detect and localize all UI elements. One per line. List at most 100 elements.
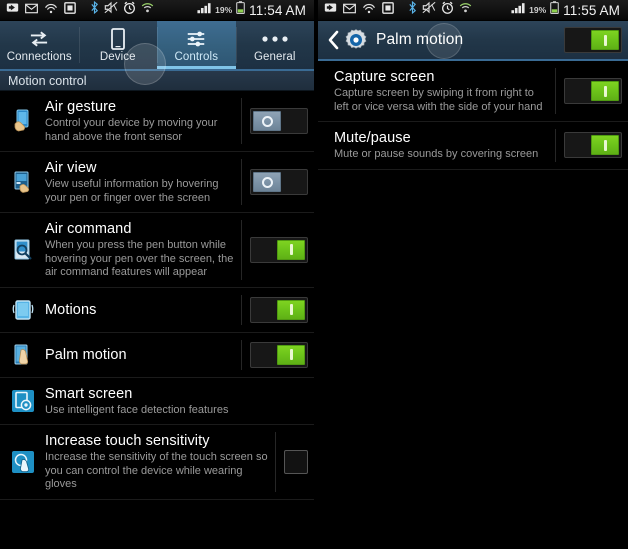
toggle-on-bar-icon: [603, 85, 607, 97]
item-subtitle: Increase the sensitivity of the touch sc…: [45, 451, 268, 490]
email-icon: [25, 1, 38, 19]
settings-gear-icon: [343, 28, 369, 52]
tab-general[interactable]: General: [235, 21, 315, 69]
wifi-icon: [141, 1, 154, 19]
sound-off-icon: [422, 1, 436, 19]
settings-tab-bar: Connections Device Controls General: [0, 21, 315, 85]
list-item-text: Mute/pause Mute or pause sounds by cover…: [326, 129, 555, 162]
connections-arrows-icon: [28, 28, 50, 50]
item-title: Motions: [45, 301, 97, 318]
air-view-icon: [8, 167, 38, 197]
list-item-control: [275, 432, 308, 492]
list-item-text: Smart screen Use intelligent face detect…: [45, 385, 308, 418]
dual-screenshot-container: 19% 11:54 AM Connections Device Controls…: [0, 0, 628, 549]
status-bar-clock: 11:55 AM: [563, 2, 620, 18]
toggle-thumb: [591, 30, 619, 50]
mute-pause-toggle[interactable]: [564, 132, 622, 159]
item-subtitle: When you press the pen button while hove…: [45, 239, 234, 278]
palm-motion-master-toggle[interactable]: [564, 27, 622, 53]
item-title: Air view: [45, 160, 97, 176]
sound-off-icon: [104, 1, 118, 19]
tab-connections-label: Connections: [6, 50, 72, 63]
left-phone-screen: 19% 11:54 AM Connections Device Controls…: [0, 0, 314, 549]
device-phone-icon: [110, 27, 125, 50]
tab-connections[interactable]: Connections: [0, 21, 79, 69]
tab-general-label: General: [253, 50, 296, 63]
toggle-on-bar-icon: [289, 349, 293, 360]
toggle-on-bar-icon: [289, 304, 293, 315]
item-subtitle: Use intelligent face detection features: [45, 403, 229, 416]
signal-icon: [511, 1, 525, 19]
list-item-text: Palm motion: [45, 346, 241, 364]
email-icon: [343, 1, 356, 19]
item-title: Capture screen: [334, 69, 435, 85]
air-command-icon: [8, 235, 38, 265]
item-title: Air command: [45, 221, 132, 237]
air-command-toggle[interactable]: [250, 236, 308, 263]
toggle-on-bar-icon: [603, 139, 607, 151]
sd-card-icon: [382, 1, 394, 19]
list-item-control: [241, 339, 308, 370]
battery-icon: [236, 1, 245, 19]
action-bar-title: Palm motion: [376, 31, 464, 48]
alarm-icon: [441, 1, 454, 19]
more-dots-icon: [261, 28, 289, 50]
list-item-control: [241, 159, 308, 205]
toggle-thumb: [253, 172, 281, 192]
status-bar-right: 19% 11:55 AM: [318, 0, 628, 21]
list-item-control: [555, 68, 622, 114]
list-item-control: [241, 98, 308, 144]
air-gesture-icon: [8, 106, 38, 136]
air-gesture-toggle[interactable]: [250, 108, 308, 134]
tab-device-label: Device: [99, 50, 136, 63]
list-item-air-command[interactable]: Air command When you press the pen butto…: [0, 213, 314, 288]
list-item-smart-screen[interactable]: Smart screen Use intelligent face detect…: [0, 378, 314, 425]
air-view-toggle[interactable]: [250, 169, 308, 195]
list-item-control: [555, 129, 622, 162]
palm-motion-toggle[interactable]: [250, 341, 308, 368]
bluetooth-icon: [408, 0, 417, 19]
item-subtitle: Mute or pause sounds by covering screen: [334, 148, 539, 160]
item-subtitle: Capture screen by swiping it from right …: [334, 87, 543, 113]
toggle-thumb: [277, 344, 305, 365]
toggle-thumb: [277, 299, 305, 320]
tab-device[interactable]: Device: [78, 21, 158, 69]
tab-controls-label: Controls: [174, 50, 219, 63]
wifi-direct-icon: [362, 1, 376, 19]
list-item-air-gesture[interactable]: Air gesture Control your device by movin…: [0, 91, 314, 152]
status-bar-clock: 11:54 AM: [249, 2, 306, 18]
item-subtitle: Control your device by moving your hand …: [45, 117, 218, 143]
list-item-text: Motions: [45, 301, 241, 319]
item-title: Mute/pause: [334, 130, 411, 146]
touch-sensitivity-icon: [8, 447, 38, 477]
list-item-palm-motion[interactable]: Palm motion: [0, 333, 314, 378]
list-item-increase-touch-sensitivity[interactable]: Increase touch sensitivity Increase the …: [0, 425, 314, 500]
list-item-air-view[interactable]: Air view View useful information by hove…: [0, 152, 314, 213]
toggle-off-circle-icon: [261, 176, 273, 188]
signal-icon: [197, 1, 211, 19]
item-title: Smart screen: [45, 385, 133, 402]
action-bar-palm-motion: Palm motion: [318, 21, 628, 61]
toggle-thumb: [591, 81, 619, 101]
settings-list-left: Air gesture Control your device by movin…: [0, 91, 314, 500]
capture-screen-toggle[interactable]: [564, 78, 622, 104]
tab-controls[interactable]: Controls: [157, 21, 236, 69]
toggle-off-circle-icon: [261, 115, 273, 127]
back-chevron-icon[interactable]: [325, 30, 341, 50]
increase-touch-sensitivity-checkbox[interactable]: [284, 449, 308, 474]
wifi-direct-icon: [44, 1, 58, 19]
settings-list-right: Capture screen Capture screen by swiping…: [318, 61, 628, 170]
list-item-mute-pause[interactable]: Mute/pause Mute or pause sounds by cover…: [318, 122, 628, 170]
list-item-motions[interactable]: Motions: [0, 288, 314, 333]
right-phone-screen: 19% 11:55 AM Palm motion Capture screen …: [318, 0, 628, 549]
toggle-thumb: [253, 111, 281, 131]
wifi-icon: [459, 1, 472, 19]
item-title: Palm motion: [45, 346, 127, 363]
list-item-capture-screen[interactable]: Capture screen Capture screen by swiping…: [318, 61, 628, 122]
download-icon: [324, 1, 337, 19]
toggle-on-bar-icon: [603, 34, 607, 46]
motions-toggle[interactable]: [250, 296, 308, 323]
download-icon: [6, 1, 19, 19]
item-title: Air gesture: [45, 99, 117, 115]
battery-percent-label: 19%: [529, 5, 547, 15]
